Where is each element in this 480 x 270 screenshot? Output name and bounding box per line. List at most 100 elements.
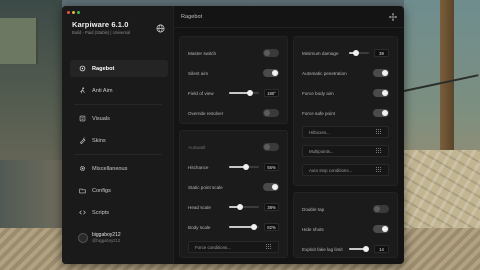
panel-accuracy: Autowall Hitchance 55% Static point scal… <box>179 130 288 258</box>
slider-thumb[interactable] <box>247 90 253 96</box>
sidebar-item-label: Miscellaneous <box>92 165 128 172</box>
double-tap-toggle[interactable] <box>373 205 389 213</box>
dropdown-label: Multipoints... <box>309 148 334 154</box>
sidebar-item-label: Configs <box>92 187 111 194</box>
hitboxes-dropdown[interactable]: Hitboxes... <box>302 126 389 138</box>
sidebar-item-label: Anti Aim <box>92 87 113 94</box>
setting-exploit-fake-lag-limit: Exploit fake lag limit 14 <box>302 243 389 255</box>
folder-icon <box>79 188 86 194</box>
sidebar-item-anti-aim[interactable]: Anti Aim <box>70 82 168 99</box>
sidebar-divider <box>74 154 162 155</box>
setting-body-scale: Body scale 82% <box>188 221 279 233</box>
setting-force-safe-point: Force safe point <box>302 107 389 119</box>
toggle-knob <box>374 206 380 212</box>
move-icon[interactable] <box>389 13 397 21</box>
minimum-damage-value[interactable]: 39 <box>374 49 389 57</box>
setting-force-body-aim: Force body aim <box>302 87 389 99</box>
sidebar-item-label: Scripts <box>92 209 110 216</box>
sidebar-item-skins[interactable]: Skins <box>70 132 168 149</box>
user-handle: @biggaboy212 <box>92 238 121 243</box>
window-dots <box>67 11 80 14</box>
sidebar-divider <box>74 104 162 105</box>
exploit-fake-lag-limit-value[interactable]: 14 <box>374 245 389 253</box>
multipoints-dropdown[interactable]: Multipoints... <box>302 145 389 157</box>
slider-thumb[interactable] <box>237 204 244 210</box>
sidebar-item-scripts[interactable]: Scripts <box>70 204 168 221</box>
body-scale-value[interactable]: 82% <box>264 223 279 231</box>
grid-icon <box>266 244 272 250</box>
app-title: Karpiware 6.1.0 <box>72 20 129 29</box>
slider-group: 38% <box>229 203 279 211</box>
slider-group: 39 <box>349 49 389 57</box>
slider-thumb[interactable] <box>242 164 249 170</box>
window-dot-yellow[interactable] <box>72 11 75 14</box>
panel-exploits: Double tap Hide shots Exploit fake lag l… <box>293 192 398 258</box>
sidebar-item-label: Skins <box>92 137 106 144</box>
setting-label: Automatic penetration <box>302 70 347 76</box>
head-scale-value[interactable]: 38% <box>264 203 279 211</box>
toggle-knob <box>382 70 388 76</box>
setting-label: Body scale <box>188 224 211 230</box>
automatic-penetration-toggle[interactable] <box>373 69 389 77</box>
slider-thumb[interactable] <box>353 50 359 56</box>
sidebar-item-visuals[interactable]: Visuals <box>70 110 168 127</box>
sidebar-item-ragebot[interactable]: Ragebot <box>70 60 168 77</box>
panel-main-right: Minimum damage 39 Automatic penetration … <box>293 36 398 186</box>
static-point-scale-toggle[interactable] <box>263 183 279 191</box>
sidebar-item-configs[interactable]: Configs <box>70 182 168 199</box>
setting-label: Minimum damage <box>302 50 339 56</box>
slider-group: 14 <box>349 245 389 253</box>
slider-thumb[interactable] <box>363 246 369 252</box>
toggle-knob <box>264 110 270 116</box>
background-post <box>440 0 454 150</box>
setting-label: Autowall <box>188 144 206 150</box>
body-scale-slider[interactable] <box>229 224 259 230</box>
master-switch-toggle[interactable] <box>263 49 279 57</box>
setting-label: Head scale <box>188 204 211 210</box>
override-resolver-toggle[interactable] <box>263 109 279 117</box>
dropdown-label: Hitboxes... <box>309 129 330 135</box>
force-safe-point-toggle[interactable] <box>373 109 389 117</box>
setting-head-scale: Head scale 38% <box>188 201 279 213</box>
sidebar: Karpiware 6.1.0 Build - Paid (Stable) | … <box>62 6 174 264</box>
hitchance-slider[interactable] <box>229 164 259 170</box>
toggle-knob <box>264 144 270 150</box>
field-of-view-value[interactable]: 180° <box>264 89 279 97</box>
minimum-damage-slider[interactable] <box>349 50 369 56</box>
auto-stop-conditions-dropdown[interactable]: Auto stop conditions... <box>302 164 389 176</box>
field-of-view-slider[interactable] <box>229 90 259 96</box>
running-figure-icon <box>80 87 85 94</box>
hide-shots-toggle[interactable] <box>373 225 389 233</box>
setting-label: Static point scale <box>188 184 223 190</box>
head-scale-slider[interactable] <box>229 204 259 210</box>
slider-group: 82% <box>229 223 279 231</box>
setting-field-of-view: Field of view 180° <box>188 87 279 99</box>
setting-label: Hitchance <box>188 164 209 170</box>
grid-icon <box>376 129 382 135</box>
setting-label: Master switch <box>188 50 217 56</box>
slider-thumb[interactable] <box>250 224 257 230</box>
force-body-aim-toggle[interactable] <box>373 89 389 97</box>
setting-silent-aim: Silent aim <box>188 67 279 79</box>
sidebar-item-miscellaneous[interactable]: Miscellaneous <box>70 160 168 177</box>
window-dot-red[interactable] <box>67 11 70 14</box>
window-dot-green[interactable] <box>77 11 80 14</box>
setting-override-resolver: Override resolver <box>188 107 279 119</box>
hitchance-value[interactable]: 55% <box>264 163 279 171</box>
exploit-fake-lag-limit-slider[interactable] <box>349 246 369 252</box>
gear-icon <box>79 165 86 172</box>
autowall-toggle[interactable] <box>263 143 279 151</box>
force-conditions-dropdown[interactable]: Force conditions... <box>188 241 279 253</box>
silent-aim-toggle[interactable] <box>263 69 279 77</box>
sidebar-item-label: Visuals <box>92 115 110 122</box>
background-wall <box>0 160 62 230</box>
dropdown-label: Force conditions... <box>195 244 231 250</box>
slider-fill <box>229 226 254 228</box>
dropdown-label: Auto stop conditions... <box>309 167 353 173</box>
slider-group: 180° <box>229 89 279 97</box>
setting-label: Field of view <box>188 90 214 96</box>
user-profile[interactable]: biggaboy212 @biggaboy212 <box>78 232 121 243</box>
setting-master-switch: Master switch <box>188 47 279 59</box>
app-subtitle: Build - Paid (Stable) | Universal <box>72 30 131 35</box>
globe-icon[interactable] <box>156 24 165 33</box>
